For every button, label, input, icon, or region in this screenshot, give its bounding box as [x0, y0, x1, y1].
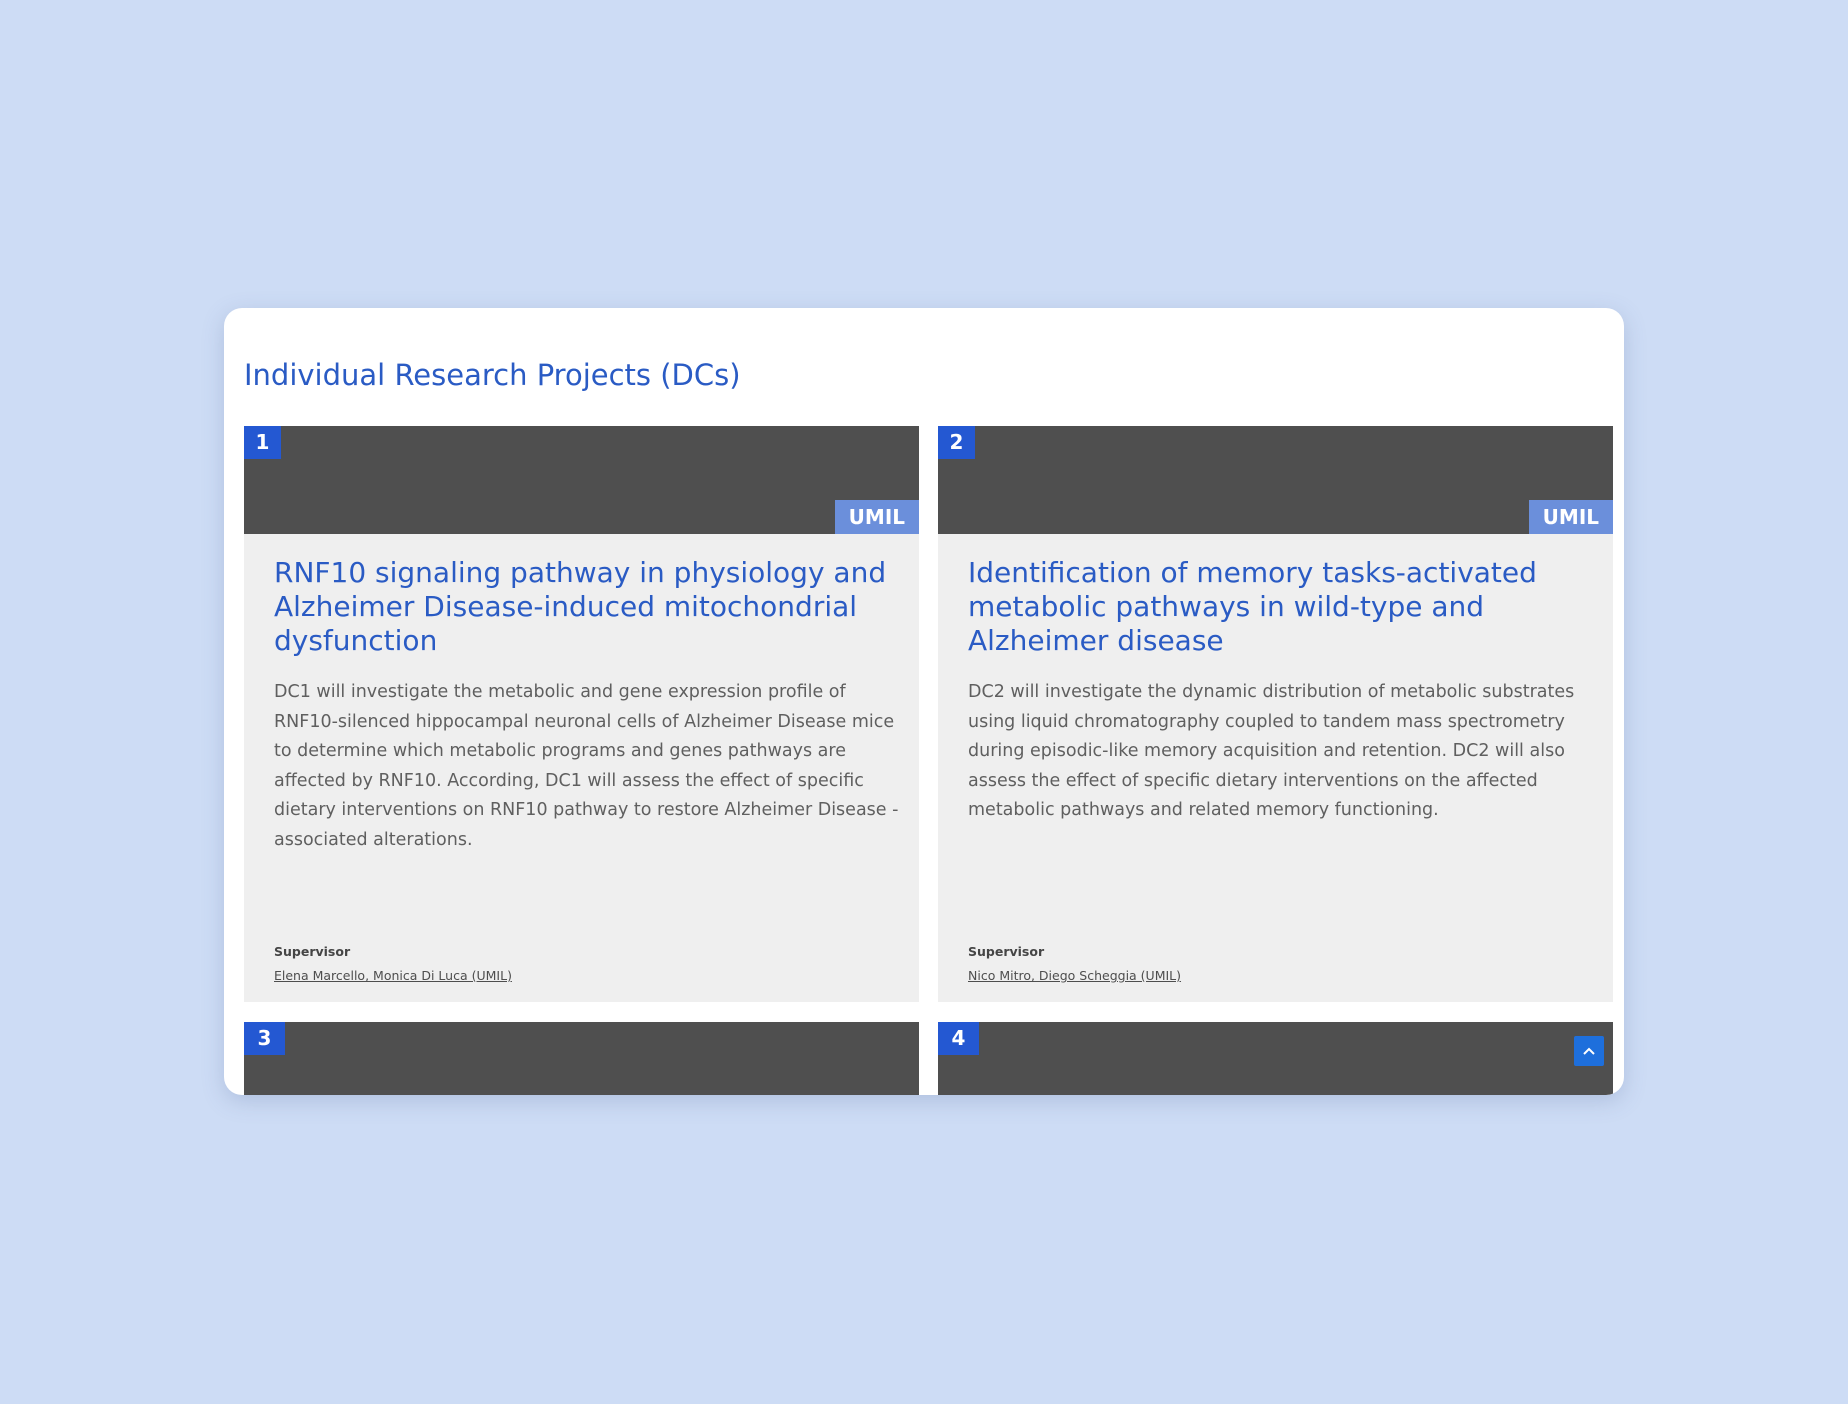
- project-description: DC1 will investigate the metabolic and g…: [274, 682, 899, 850]
- project-card-header: 3: [244, 1022, 919, 1095]
- project-card-4: 4: [938, 1022, 1613, 1095]
- supervisor-label: Supervisor: [968, 944, 1045, 959]
- content-panel: Individual Research Projects (DCs) 1 UMI…: [224, 308, 1624, 1095]
- project-card-body: Identification of memory tasks-activated…: [968, 556, 1593, 826]
- project-card-2: 2 UMIL Identification of memory tasks-ac…: [938, 426, 1613, 1002]
- supervisor-link[interactable]: Nico Mitro, Diego Scheggia (UMIL): [968, 968, 1181, 983]
- project-card-header: 2 UMIL: [938, 426, 1613, 534]
- project-description: DC2 will investigate the dynamic distrib…: [968, 682, 1575, 820]
- supervisor-block: Supervisor Nico Mitro, Diego Scheggia (U…: [968, 944, 1588, 985]
- supervisor-block: Supervisor Elena Marcello, Monica Di Luc…: [274, 944, 894, 985]
- project-title: RNF10 signaling pathway in physiology an…: [274, 556, 887, 657]
- project-number-badge: 3: [244, 1022, 285, 1055]
- project-number-badge: 2: [938, 426, 975, 459]
- supervisor-label: Supervisor: [274, 944, 351, 959]
- project-card-body: RNF10 signaling pathway in physiology an…: [274, 556, 899, 855]
- page-title: Individual Research Projects (DCs): [244, 358, 741, 392]
- supervisor-link[interactable]: Elena Marcello, Monica Di Luca (UMIL): [274, 968, 512, 983]
- project-number-badge: 1: [244, 426, 281, 459]
- project-card-1: 1 UMIL RNF10 signaling pathway in physio…: [244, 426, 919, 1002]
- project-card-header: 1 UMIL: [244, 426, 919, 534]
- project-card-3: 3: [244, 1022, 919, 1095]
- institution-tag: UMIL: [1528, 500, 1613, 534]
- scroll-to-top-button[interactable]: [1574, 1036, 1604, 1066]
- chevron-up-icon: [1583, 1047, 1595, 1055]
- project-title: Identification of memory tasks-activated…: [968, 556, 1537, 657]
- institution-tag: UMIL: [834, 500, 919, 534]
- project-card-header: 4: [938, 1022, 1613, 1095]
- project-number-badge: 4: [938, 1022, 979, 1055]
